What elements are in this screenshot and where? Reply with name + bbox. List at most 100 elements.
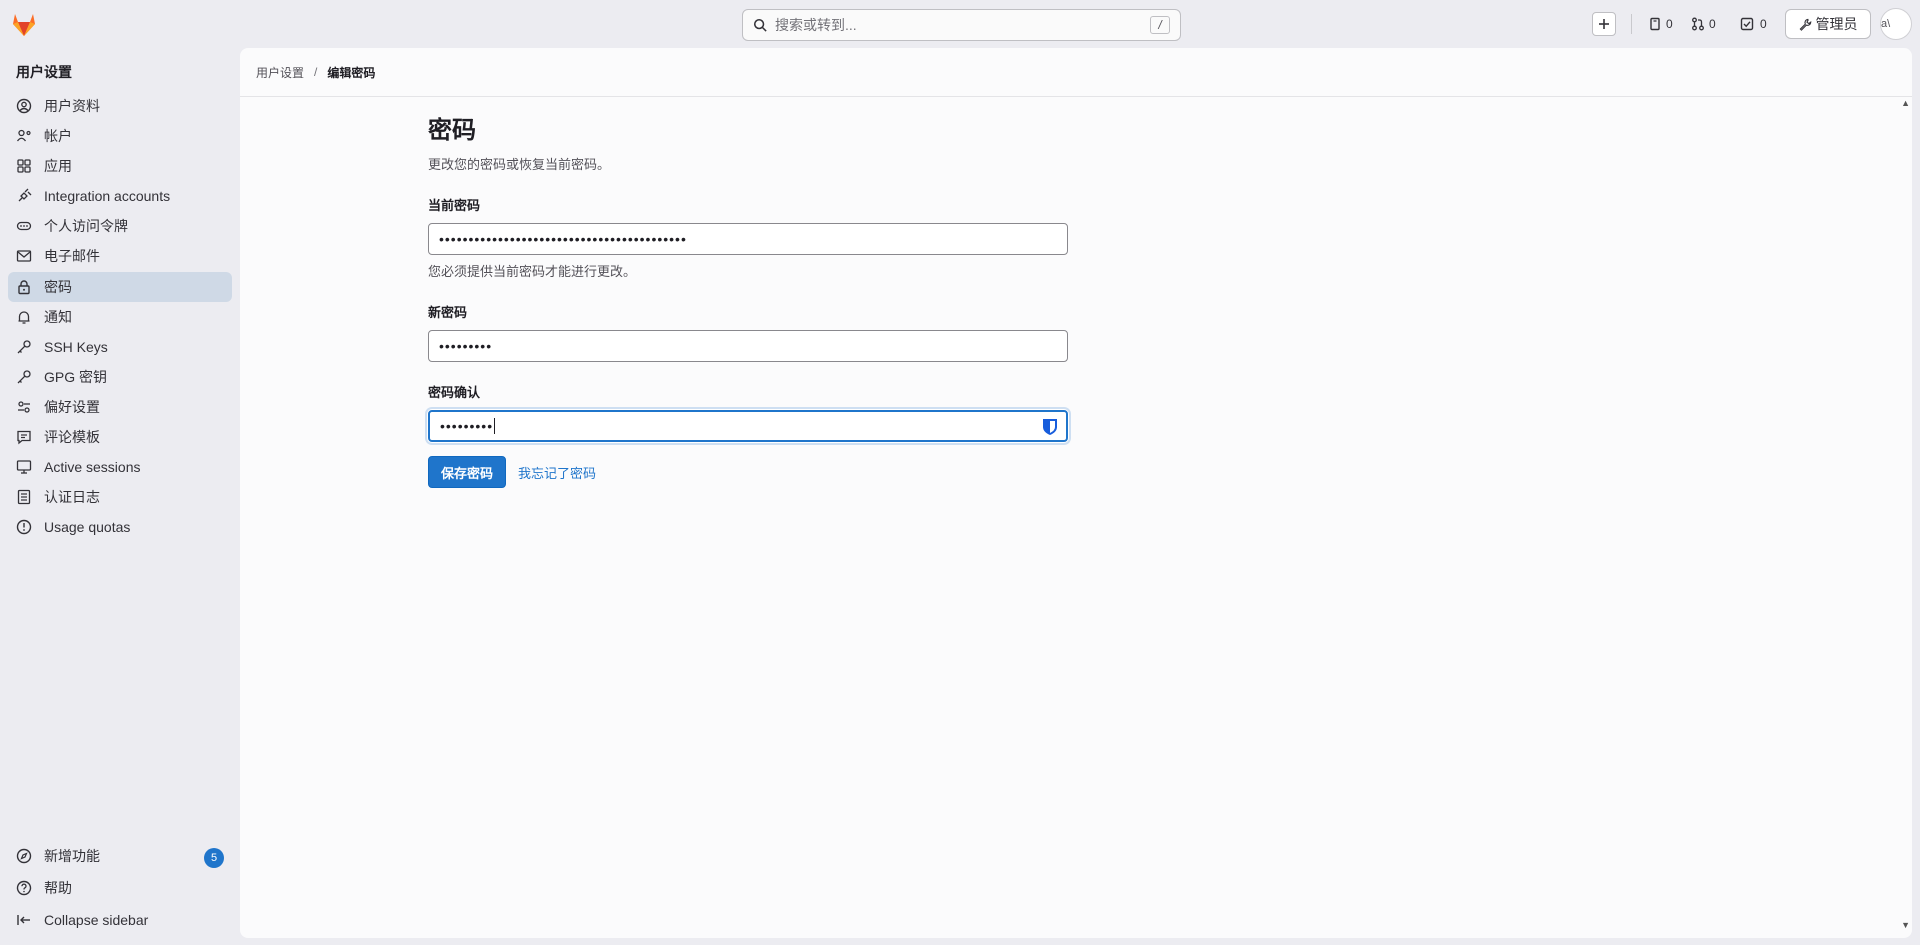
collapse-sidebar-button[interactable]: Collapse sidebar [8,904,232,936]
admin-label: 管理员 [1815,16,1858,32]
sidebar-item-认证日志[interactable]: 认证日志 [8,482,232,512]
wrench-icon [1799,18,1811,31]
sidebar-item-偏好设置[interactable]: 偏好设置 [8,392,232,422]
create-new-button[interactable] [1592,12,1616,36]
sidebar-item-label: Usage quotas [44,519,131,536]
integration-icon [16,188,32,204]
new-password-value: ••••••••• [439,338,493,354]
merge-requests-button[interactable]: 0 [1691,12,1716,36]
mail-icon [16,248,32,264]
current-password-field[interactable]: ••••••••••••••••••••••••••••••••••••••••… [428,223,1068,255]
key-icon [16,369,32,385]
avatar[interactable]: a\ [1880,8,1912,40]
issues-count: 0 [1666,17,1673,31]
admin-button[interactable]: 管理员 [1785,9,1871,39]
issues-button[interactable]: 0 [1648,12,1673,36]
help-label: 帮助 [44,880,72,897]
key-icon [16,339,32,355]
todo-icon [1740,17,1754,31]
search-input[interactable]: 搜索或转到... / [742,9,1181,41]
token-icon [16,218,32,234]
breadcrumb: 用户设置 / 编辑密码 [256,48,375,96]
log-icon [16,489,32,505]
confirm-password-field[interactable]: ••••••••• [428,410,1068,442]
breadcrumb-current[interactable]: 编辑密码 [327,64,375,81]
sidebar-item-label: 用户资料 [44,98,100,114]
breadcrumb-separator: / [314,65,318,79]
sidebar-item-label: Integration accounts [44,188,171,205]
page-description: 更改您的密码或恢复当前密码。 [428,157,611,172]
whats-new-button[interactable]: 新增功能 5 [8,840,232,872]
main-panel: 用户设置 / 编辑密码 ▲ ▼ 密码 更改您的密码或恢复当前密码。 当前密码 •… [240,48,1912,938]
sidebar-item-label: 应用 [44,158,72,175]
todos-button[interactable]: 0 [1740,12,1767,36]
gitlab-logo-icon[interactable] [10,10,38,38]
whats-new-count-badge: 5 [204,848,224,868]
sidebar-item-usage-quotas[interactable]: Usage quotas [8,512,232,542]
account-icon [16,128,32,144]
comment-icon [16,429,32,445]
sidebar-item-应用[interactable]: 应用 [8,151,232,181]
help-button[interactable]: 帮助 [8,872,232,904]
sidebar-item-label: 评论模板 [44,429,100,446]
sidebar-item-ssh-keys[interactable]: SSH Keys [8,332,232,362]
save-password-button[interactable]: 保存密码 [428,456,507,488]
whats-new-label: 新增功能 [44,848,100,864]
breadcrumb-divider [240,96,1912,97]
new-password-label: 新密码 [428,305,468,320]
issues-icon [1650,17,1660,31]
form-actions: 保存密码 我忘记了密码 [428,456,1068,488]
sidebar-item-label: 通知 [44,308,72,325]
sidebar-item-integration-accounts[interactable]: Integration accounts [8,181,232,211]
compass-icon [16,848,32,864]
breadcrumb-parent-link[interactable]: 用户设置 [256,64,304,81]
lock-icon [16,279,32,295]
scroll-up-arrow-icon[interactable]: ▲ [1901,98,1910,108]
search-icon [753,18,767,32]
todos-count: 0 [1760,17,1767,31]
current-password-label: 当前密码 [428,198,481,213]
collapse-left-icon [16,912,32,928]
topbar-divider [1631,14,1632,34]
collapse-sidebar-label: Collapse sidebar [44,912,149,929]
search-shortcut-hint: / [1150,16,1170,34]
sidebar-item-帐户[interactable]: 帐户 [8,121,232,151]
avatar-alt-text: a\ [1881,18,1891,30]
current-password-value: ••••••••••••••••••••••••••••••••••••••••… [439,231,687,247]
sidebar-item-label: SSH Keys [44,338,108,355]
sidebar-item-电子邮件[interactable]: 电子邮件 [8,241,232,271]
forgot-password-link[interactable]: 我忘记了密码 [518,463,596,482]
top-bar: 搜索或转到... / 0 0 0 管理员 a\ [0,0,1920,48]
sidebar-item-label: 电子邮件 [44,248,100,265]
sidebar-item-密码[interactable]: 密码 [8,271,232,302]
merge-request-icon [1692,17,1704,31]
current-password-help: 您必须提供当前密码才能进行更改。 [428,264,637,279]
bitwarden-icon[interactable] [1042,418,1058,436]
bell-icon [16,309,32,325]
confirm-password-value: ••••••••• [440,418,494,434]
sidebar-item-label: 帐户 [44,128,72,145]
new-password-field[interactable]: ••••••••• [428,330,1068,362]
sidebar-bottom: 新增功能 5 帮助 Collapse sidebar [8,840,232,936]
search-placeholder: 搜索或转到... [775,17,857,33]
sidebar-item-label: 密码 [44,278,72,295]
sidebar-title: 用户设置 [16,64,72,80]
page-title: 密码 [428,117,476,144]
applications-icon [16,158,32,174]
sidebar-item-用户资料[interactable]: 用户资料 [8,91,232,121]
sidebar-item-通知[interactable]: 通知 [8,302,232,332]
sidebar-item-个人访问令牌[interactable]: 个人访问令牌 [8,211,232,241]
text-caret [494,418,496,434]
sidebar-item-label: 偏好设置 [44,398,100,415]
profile-icon [16,98,32,114]
sidebar-item-active-sessions[interactable]: Active sessions [8,452,232,482]
sidebar-nav: 用户资料帐户应用 Integration accounts 个人访问令牌电子邮件密码… [8,91,232,542]
sidebar-item-label: 认证日志 [44,489,100,506]
sidebar-item-评论模板[interactable]: 评论模板 [8,422,232,452]
plus-icon [1599,19,1609,29]
sidebar-item-gpg-密钥[interactable]: GPG 密钥 [8,362,232,392]
password-form: 密码 更改您的密码或恢复当前密码。 当前密码 •••••••••••••••••… [428,110,1068,488]
scroll-down-arrow-icon[interactable]: ▼ [1901,920,1910,930]
sidebar-item-label: Active sessions [44,459,141,476]
merge-requests-count: 0 [1709,17,1716,31]
